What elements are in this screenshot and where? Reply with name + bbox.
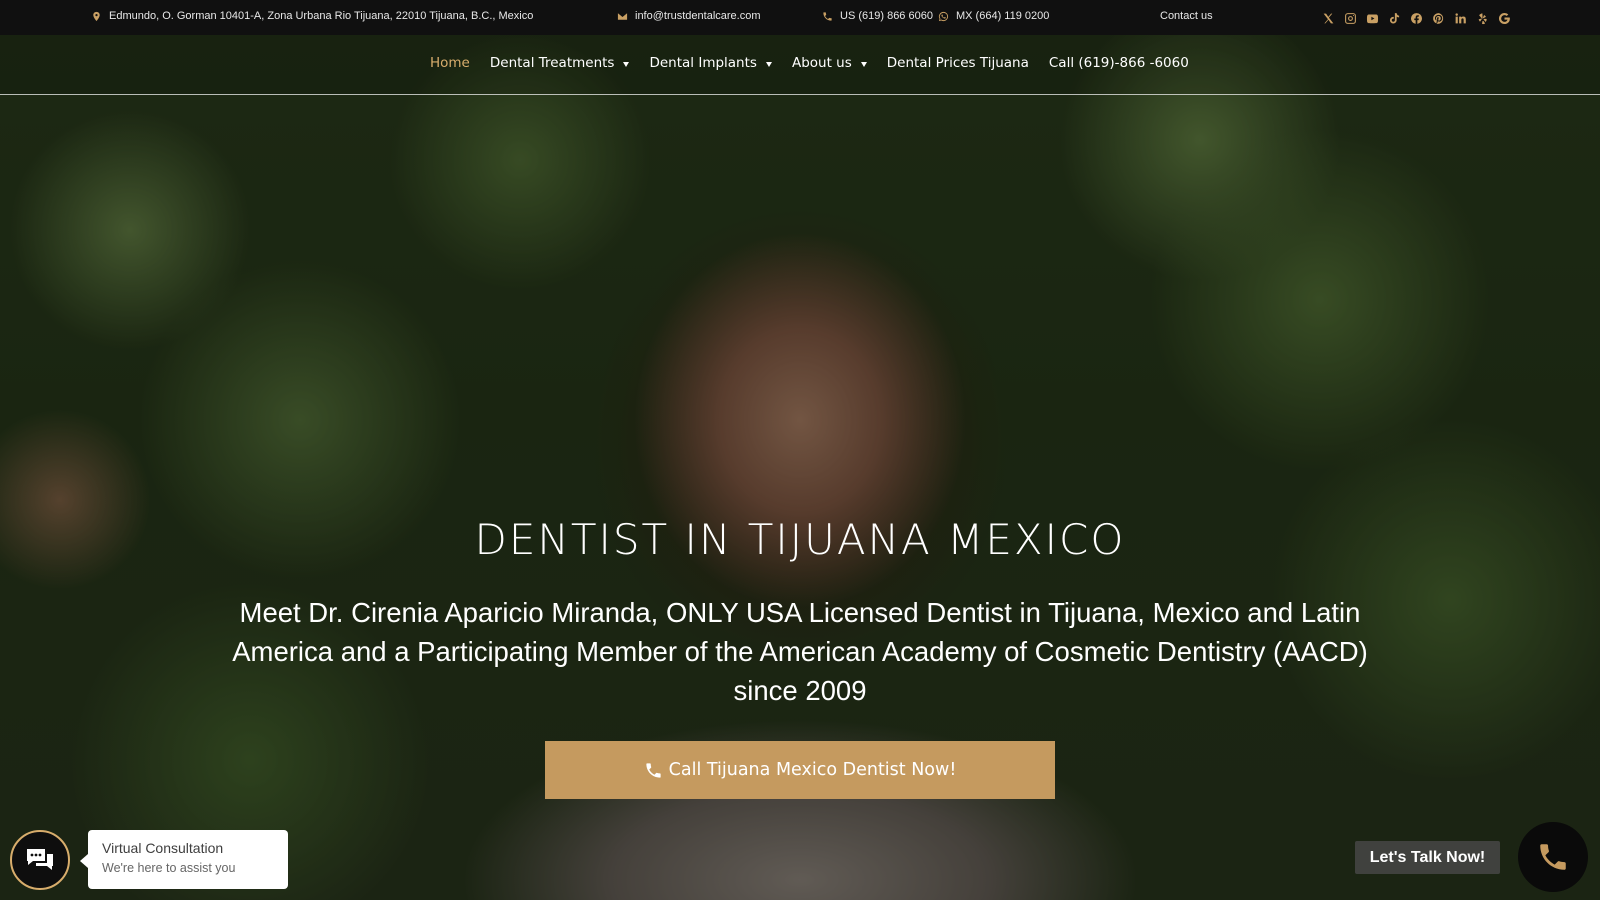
us-phone-text: US (619) 866 6060 (840, 10, 933, 22)
phone-icon (1540, 844, 1566, 870)
caret-down-icon (860, 61, 867, 67)
nav-item-call[interactable]: Call (619)-866 -6060 (1049, 55, 1189, 71)
phone-icon (646, 762, 661, 778)
pinterest-icon[interactable] (1431, 11, 1445, 25)
nav-item-dental-prices[interactable]: Dental Prices Tijuana (887, 55, 1029, 71)
email-text: info@trustdentalcare.com (635, 10, 761, 22)
nav-item-dental-implants[interactable]: Dental Implants (649, 55, 772, 71)
x-icon[interactable] (1321, 11, 1335, 25)
contact-us-link[interactable]: Contact us (1160, 10, 1213, 22)
contact-us-text: Contact us (1160, 10, 1213, 22)
nav-item-label: Dental Treatments (489, 55, 615, 71)
call-dentist-button-label: Call Tijuana Mexico Dentist Now! (668, 760, 957, 780)
nav-item-label: Home (430, 55, 470, 71)
youtube-icon[interactable] (1365, 11, 1379, 25)
virtual-consultation-popup[interactable]: Virtual Consultation We're here to assis… (80, 830, 288, 889)
phone-icon (823, 11, 832, 21)
instagram-icon[interactable] (1343, 11, 1357, 25)
address-text: Edmundo, O. Gorman 10401-A, Zona Urbana … (109, 10, 534, 22)
caret-down-icon (765, 61, 772, 67)
chat-launcher-button[interactable] (10, 830, 70, 890)
yelp-icon[interactable] (1475, 11, 1489, 25)
tiktok-icon[interactable] (1387, 11, 1401, 25)
us-phone-link[interactable]: US (619) 866 6060 (822, 10, 933, 22)
caret-down-icon (623, 61, 630, 67)
hero-title: DENTIST IN TIJUANA MEXICO (474, 515, 1126, 564)
google-icon[interactable] (1497, 11, 1511, 25)
chat-bubbles-icon (27, 849, 53, 870)
main-navigation: Home Dental Treatments Dental Implants A… (0, 35, 1600, 95)
hero-subtitle: Meet Dr. Cirenia Aparicio Miranda, ONLY … (232, 597, 1368, 706)
map-pin-icon (93, 11, 100, 21)
whatsapp-icon (938, 11, 949, 21)
lets-talk-label[interactable]: Let's Talk Now! (1355, 841, 1500, 874)
linkedin-icon[interactable] (1453, 11, 1467, 25)
envelope-icon (617, 12, 628, 20)
nav-item-label: Call (619)-866 -6060 (1048, 55, 1189, 71)
facebook-icon[interactable] (1409, 11, 1423, 25)
chat-popup-subtitle: We're here to assist you (102, 861, 236, 875)
email-link[interactable]: info@trustdentalcare.com (617, 10, 761, 22)
mx-whatsapp-link[interactable]: MX (664) 119 0200 (938, 10, 1049, 22)
call-dentist-button[interactable]: Call Tijuana Mexico Dentist Now! (545, 741, 1055, 799)
call-now-button[interactable] (1518, 822, 1588, 892)
address-link[interactable]: Edmundo, O. Gorman 10401-A, Zona Urbana … (91, 10, 533, 22)
social-links (1321, 11, 1511, 25)
nav-item-label: About us (791, 55, 852, 71)
nav-item-label: Dental Prices Tijuana (886, 55, 1029, 71)
nav-list: Home Dental Treatments Dental Implants A… (430, 55, 1189, 71)
chat-popup-title: Virtual Consultation (102, 840, 224, 856)
nav-item-label: Dental Implants (649, 55, 757, 71)
mx-phone-text: MX (664) 119 0200 (956, 10, 1050, 22)
nav-item-home[interactable]: Home (430, 55, 470, 71)
nav-item-dental-treatments[interactable]: Dental Treatments (490, 55, 630, 71)
nav-item-about-us[interactable]: About us (792, 55, 867, 71)
top-info-bar: Edmundo, O. Gorman 10401-A, Zona Urbana … (0, 0, 1600, 35)
